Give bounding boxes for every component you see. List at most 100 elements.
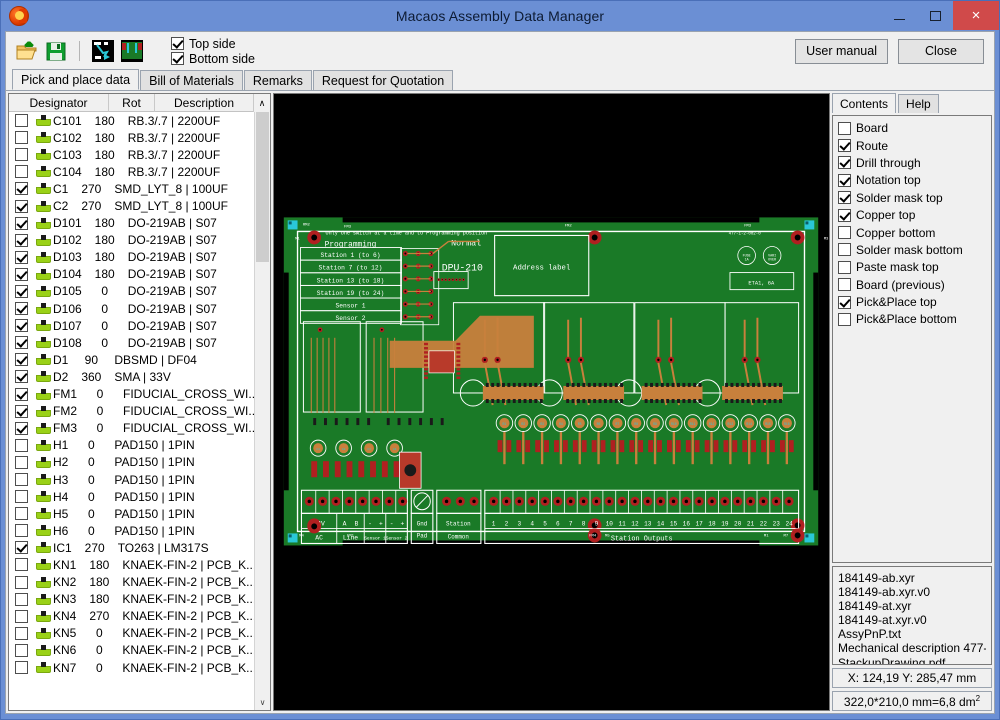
table-row[interactable]: FM1 0 FIDUCIAL_CROSS_WI... [9, 386, 254, 403]
row-checkbox-cell[interactable] [9, 507, 33, 521]
row-checkbox-cell[interactable] [9, 182, 33, 196]
row-checkbox[interactable] [14, 473, 28, 487]
row-checkbox-cell[interactable] [9, 455, 33, 469]
layer-row[interactable]: Pick&Place bottom [838, 311, 986, 327]
table-row[interactable]: D107 0 DO-219AB | S07 [9, 317, 254, 334]
grid-scroll-up-button[interactable]: ∧ [254, 94, 270, 112]
row-checkbox-cell[interactable] [9, 575, 33, 589]
row-checkbox-cell[interactable] [9, 626, 33, 640]
layer-row[interactable]: Solder mask bottom [838, 242, 986, 258]
row-checkbox-cell[interactable] [9, 199, 33, 213]
file-list-item[interactable]: Mechanical description 477-1 [838, 641, 986, 655]
table-row[interactable]: C1 270 SMD_LYT_8 | 100UF [9, 180, 254, 197]
file-list[interactable]: 184149-ab.xyr 184149-ab.xyr.v0 184149-at.x… [832, 566, 992, 665]
table-row[interactable]: D103 180 DO-219AB | S07 [9, 249, 254, 266]
save-disk-icon[interactable] [45, 40, 67, 62]
row-checkbox[interactable] [14, 438, 28, 452]
tab-help[interactable]: Help [898, 94, 939, 113]
table-row[interactable]: H1 0 PAD150 | 1PIN [9, 437, 254, 454]
layer-checkbox[interactable] [838, 121, 851, 135]
table-row[interactable]: KN2 180 KNAEK-FIN-2 | PCB_K... [9, 574, 254, 591]
row-checkbox-cell[interactable] [9, 114, 33, 128]
row-checkbox[interactable] [14, 353, 28, 367]
board-view-icon[interactable] [121, 40, 143, 62]
file-list-item[interactable]: StackupDrawing.pdf [838, 656, 986, 664]
pcb-viewer[interactable]: Only one switch at a time and to Program… [273, 93, 830, 711]
layer-row[interactable]: Route [838, 137, 986, 153]
tab-bill-of-materials[interactable]: Bill of Materials [140, 70, 243, 90]
layer-row[interactable]: Board (previous) [838, 277, 986, 293]
row-checkbox[interactable] [14, 131, 28, 145]
row-checkbox[interactable] [14, 524, 28, 538]
row-checkbox-cell[interactable] [9, 404, 33, 418]
row-checkbox-cell[interactable] [9, 353, 33, 367]
grid-scroll-down-button[interactable]: ∨ [255, 694, 270, 710]
row-checkbox[interactable] [14, 233, 28, 247]
table-row[interactable]: C2 270 SMD_LYT_8 | 100UF [9, 197, 254, 214]
layer-row[interactable]: Paste mask top [838, 259, 986, 275]
file-list-item[interactable]: 184149-at.xyr.v0 [838, 613, 986, 627]
row-checkbox[interactable] [14, 592, 28, 606]
row-checkbox[interactable] [14, 541, 28, 555]
tab-contents[interactable]: Contents [832, 93, 897, 113]
row-checkbox[interactable] [14, 199, 28, 213]
layer-checkbox[interactable] [838, 226, 851, 240]
row-checkbox[interactable] [14, 609, 28, 623]
layer-checkbox[interactable] [838, 173, 851, 187]
row-checkbox-cell[interactable] [9, 336, 33, 350]
column-header-rot[interactable]: Rot [109, 94, 155, 112]
row-checkbox[interactable] [14, 302, 28, 316]
row-checkbox-cell[interactable] [9, 233, 33, 247]
row-checkbox[interactable] [14, 182, 28, 196]
table-row[interactable]: D104 180 DO-219AB | S07 [9, 266, 254, 283]
table-row[interactable]: C102 180 RB.3/.7 | 2200UF [9, 129, 254, 146]
table-row[interactable]: KN5 0 KNAEK-FIN-2 | PCB_K... [9, 625, 254, 642]
layer-row[interactable]: Board [838, 120, 986, 136]
pcb-render[interactable]: Only one switch at a time and to Program… [274, 94, 829, 710]
table-row[interactable]: C104 180 RB.3/.7 | 2200UF [9, 163, 254, 180]
layer-row[interactable]: Copper top [838, 207, 986, 223]
table-row[interactable]: D108 0 DO-219AB | S07 [9, 334, 254, 351]
layer-checkbox[interactable] [838, 191, 851, 205]
layer-row[interactable]: Drill through [838, 155, 986, 171]
table-row[interactable]: IC1 270 TO263 | LM317S [9, 539, 254, 556]
row-checkbox[interactable] [14, 507, 28, 521]
row-checkbox[interactable] [14, 370, 28, 384]
table-row[interactable]: H6 0 PAD150 | 1PIN [9, 522, 254, 539]
row-checkbox-cell[interactable] [9, 558, 33, 572]
layer-checkbox[interactable] [838, 208, 851, 222]
row-checkbox[interactable] [14, 284, 28, 298]
open-folder-icon[interactable] [16, 40, 38, 62]
row-checkbox-cell[interactable] [9, 148, 33, 162]
table-row[interactable]: D102 180 DO-219AB | S07 [9, 232, 254, 249]
row-checkbox[interactable] [14, 387, 28, 401]
table-row[interactable]: D1 90 DBSMD | DF04 [9, 351, 254, 368]
layer-checkbox[interactable] [838, 260, 851, 274]
scrollbar-thumb[interactable] [256, 112, 269, 262]
table-row[interactable]: KN3 180 KNAEK-FIN-2 | PCB_K... [9, 591, 254, 608]
row-checkbox[interactable] [14, 319, 28, 333]
column-header-designator[interactable]: Designator [9, 94, 109, 112]
file-list-item[interactable]: 184149-ab.xyr.v0 [838, 585, 986, 599]
layer-checkbox[interactable] [838, 139, 851, 153]
layer-row[interactable]: Copper bottom [838, 224, 986, 240]
table-row[interactable]: FM2 0 FIDUCIAL_CROSS_WI... [9, 403, 254, 420]
table-row[interactable]: H2 0 PAD150 | 1PIN [9, 454, 254, 471]
close-button[interactable]: Close [898, 38, 984, 64]
layer-checkbox[interactable] [838, 312, 851, 326]
table-row[interactable]: D105 0 DO-219AB | S07 [9, 283, 254, 300]
row-checkbox-cell[interactable] [9, 319, 33, 333]
bottom-side-checkbox[interactable] [171, 52, 184, 65]
table-row[interactable]: D106 0 DO-219AB | S07 [9, 300, 254, 317]
row-checkbox-cell[interactable] [9, 387, 33, 401]
tab-request-for-quotation[interactable]: Request for Quotation [312, 70, 454, 90]
row-checkbox[interactable] [14, 336, 28, 350]
row-checkbox-cell[interactable] [9, 284, 33, 298]
row-checkbox-cell[interactable] [9, 302, 33, 316]
table-row[interactable]: C101 180 RB.3/.7 | 2200UF [9, 112, 254, 129]
layer-row[interactable]: Solder mask top [838, 190, 986, 206]
row-checkbox-cell[interactable] [9, 131, 33, 145]
table-row[interactable]: KN4 270 KNAEK-FIN-2 | PCB_K... [9, 608, 254, 625]
table-row[interactable]: FM3 0 FIDUCIAL_CROSS_WI... [9, 420, 254, 437]
row-checkbox[interactable] [14, 455, 28, 469]
